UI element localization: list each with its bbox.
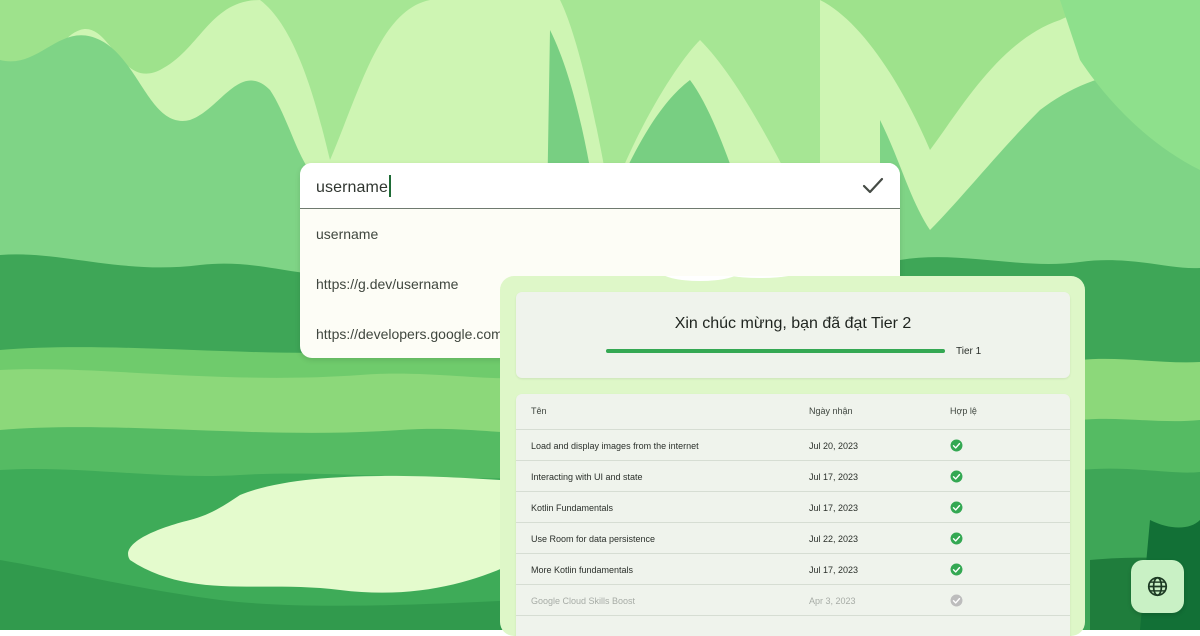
badge-name: Load and display images from the interne… bbox=[531, 441, 699, 451]
text-caret bbox=[388, 175, 391, 197]
tier-progress-fill bbox=[606, 349, 945, 353]
globe-icon bbox=[1147, 576, 1168, 597]
column-header-name: Tên bbox=[531, 406, 547, 416]
check-circle-icon bbox=[950, 470, 963, 483]
badge-date: Jul 22, 2023 bbox=[809, 534, 859, 544]
table-row: Load and display images from the interne… bbox=[516, 430, 1070, 461]
check-circle-icon bbox=[950, 594, 963, 607]
table-row: Google Cloud Skills Boost Apr 3, 2023 bbox=[516, 585, 1070, 616]
column-header-date: Ngày nhận bbox=[809, 406, 853, 416]
tier-title: Xin chúc mừng, bạn đã đạt Tier 2 bbox=[674, 315, 912, 332]
badge-name: Interacting with UI and state bbox=[531, 472, 643, 482]
check-circle-icon bbox=[950, 439, 963, 452]
badge-date: Jul 17, 2023 bbox=[809, 472, 859, 482]
check-circle-icon bbox=[950, 532, 963, 545]
language-button[interactable] bbox=[1131, 560, 1184, 613]
tier-summary: Xin chúc mừng, bạn đã đạt Tier 2 Tier 1 bbox=[516, 292, 1070, 378]
badges-table: Tên Ngày nhận Hợp lệ Load and display im… bbox=[516, 394, 1070, 636]
badge-date: Apr 3, 2023 bbox=[809, 596, 856, 606]
username-input[interactable]: username bbox=[316, 175, 391, 197]
check-circle-icon bbox=[950, 501, 963, 514]
badge-name: Google Cloud Skills Boost bbox=[531, 596, 636, 606]
check-circle-icon bbox=[950, 563, 963, 576]
column-header-valid: Hợp lệ bbox=[950, 406, 977, 416]
tier-badge-card: Xin chúc mừng, bạn đã đạt Tier 2 Tier 1 … bbox=[500, 276, 1085, 636]
suggestion-item[interactable]: username bbox=[300, 209, 900, 259]
badge-date: Jul 20, 2023 bbox=[809, 441, 859, 451]
badge-name: Kotlin Fundamentals bbox=[531, 503, 614, 513]
table-row: Interacting with UI and state Jul 17, 202… bbox=[516, 461, 1070, 492]
table-row: Kotlin Fundamentals Jul 17, 2023 bbox=[516, 492, 1070, 523]
tier-progress-bar bbox=[606, 349, 945, 353]
badge-name: More Kotlin fundamentals bbox=[531, 565, 634, 575]
tier-progress-label: Tier 1 bbox=[956, 346, 982, 357]
check-icon[interactable] bbox=[862, 176, 884, 196]
badge-date: Jul 17, 2023 bbox=[809, 503, 859, 513]
table-header-row: Tên Ngày nhận Hợp lệ bbox=[516, 394, 1070, 430]
badge-name: Use Room for data persistence bbox=[531, 534, 656, 544]
table-row: Use Room for data persistence Jul 22, 202… bbox=[516, 523, 1070, 554]
username-field[interactable]: username bbox=[300, 163, 900, 209]
badge-date: Jul 17, 2023 bbox=[809, 565, 859, 575]
table-row: More Kotlin fundamentals Jul 17, 2023 bbox=[516, 554, 1070, 585]
